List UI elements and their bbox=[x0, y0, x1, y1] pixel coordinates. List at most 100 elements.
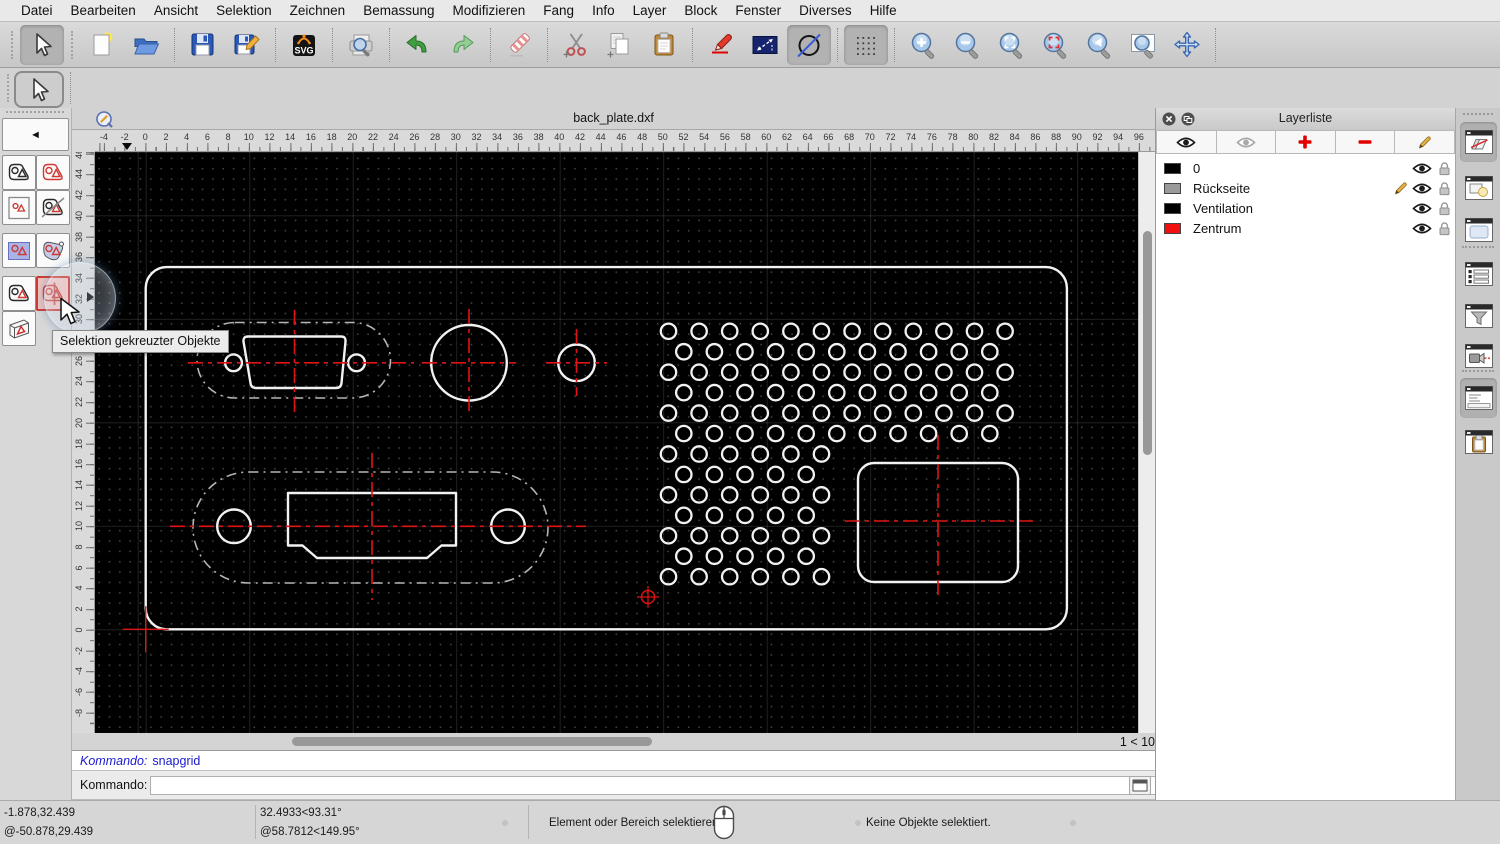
vent-hole[interactable] bbox=[736, 383, 754, 402]
layer-visibility-icon[interactable] bbox=[1411, 202, 1433, 215]
vent-hole[interactable] bbox=[720, 445, 739, 463]
vent-hole[interactable] bbox=[720, 322, 739, 341]
layer-name[interactable]: Rückseite bbox=[1193, 181, 1389, 196]
vent-hole[interactable] bbox=[674, 465, 693, 484]
print-preview-button[interactable] bbox=[339, 25, 383, 65]
drawing-canvas[interactable] bbox=[95, 152, 1138, 733]
layer-lock-icon[interactable] bbox=[1433, 181, 1455, 196]
vent-hole[interactable] bbox=[720, 526, 739, 545]
vent-hole[interactable] bbox=[674, 342, 693, 361]
zoom-out-button[interactable] bbox=[945, 25, 989, 65]
menu-bemassung[interactable]: Bemassung bbox=[354, 3, 443, 18]
command-options-button[interactable] bbox=[1129, 776, 1151, 795]
vent-hole[interactable] bbox=[812, 363, 831, 382]
vent-hole[interactable] bbox=[751, 567, 770, 586]
zoom-window-button[interactable] bbox=[1121, 25, 1165, 65]
edit-layer-button[interactable] bbox=[1395, 130, 1455, 154]
vent-hole[interactable] bbox=[980, 342, 999, 361]
add-layer-button[interactable] bbox=[1276, 130, 1336, 154]
vent-hole[interactable] bbox=[736, 424, 754, 443]
menu-zeichnen[interactable]: Zeichnen bbox=[281, 3, 355, 18]
vent-hole[interactable] bbox=[858, 424, 877, 443]
toolbar-drag-handle[interactable] bbox=[7, 74, 9, 102]
toolbar-drag-handle[interactable] bbox=[71, 30, 73, 59]
vent-hole[interactable] bbox=[674, 547, 693, 566]
vent-hole[interactable] bbox=[980, 383, 999, 402]
vent-hole[interactable] bbox=[782, 363, 800, 382]
select-contour-tool[interactable] bbox=[36, 233, 70, 268]
vent-hole[interactable] bbox=[720, 404, 739, 422]
toolbar-drag-handle[interactable] bbox=[11, 30, 13, 59]
vent-hole[interactable] bbox=[812, 322, 831, 341]
vent-hole[interactable] bbox=[659, 322, 678, 341]
plate-outline[interactable] bbox=[144, 265, 1069, 631]
svg-export-button[interactable]: SVG bbox=[282, 25, 326, 65]
undo-button[interactable] bbox=[396, 25, 440, 65]
vent-hole[interactable] bbox=[736, 342, 754, 361]
vent-hole[interactable] bbox=[827, 342, 846, 361]
select-add-entity-tool[interactable] bbox=[36, 155, 70, 190]
vent-hole[interactable] bbox=[965, 363, 984, 382]
copy-button[interactable] bbox=[598, 25, 642, 65]
vent-hole[interactable] bbox=[720, 567, 739, 586]
vent-hole[interactable] bbox=[659, 526, 678, 545]
layer-row[interactable]: Zentrum bbox=[1156, 218, 1455, 238]
vent-hole[interactable] bbox=[996, 322, 1014, 341]
vent-hole[interactable] bbox=[705, 465, 724, 484]
pan-button[interactable] bbox=[1165, 25, 1209, 65]
vent-hole[interactable] bbox=[690, 567, 708, 586]
vent-hole[interactable] bbox=[674, 383, 693, 402]
vent-hole[interactable] bbox=[736, 506, 754, 525]
vent-hole[interactable] bbox=[950, 383, 969, 402]
vent-hole[interactable] bbox=[674, 506, 693, 525]
vent-hole[interactable] bbox=[766, 342, 785, 361]
hdmi-cutout-contour[interactable] bbox=[192, 471, 549, 584]
vent-hole[interactable] bbox=[659, 486, 678, 504]
vent-hole[interactable] bbox=[797, 465, 816, 484]
select-area-tool[interactable] bbox=[2, 233, 36, 268]
vent-hole[interactable] bbox=[812, 445, 831, 463]
sidebar-drag-handle[interactable] bbox=[1463, 113, 1493, 115]
vent-hole[interactable] bbox=[705, 383, 724, 402]
save-document-as-button[interactable] bbox=[225, 25, 269, 65]
vent-hole[interactable] bbox=[827, 424, 846, 443]
vent-hole[interactable] bbox=[827, 383, 846, 402]
vent-hole[interactable] bbox=[659, 363, 678, 382]
deselect-all-tool[interactable] bbox=[36, 190, 70, 225]
save-document-button[interactable] bbox=[181, 25, 225, 65]
vent-hole[interactable] bbox=[980, 424, 999, 443]
vent-hole[interactable] bbox=[736, 465, 754, 484]
vent-hole[interactable] bbox=[705, 424, 724, 443]
vent-hole[interactable] bbox=[720, 363, 739, 382]
vent-hole[interactable] bbox=[705, 547, 724, 566]
open-document-button[interactable] bbox=[124, 25, 168, 65]
vent-hole[interactable] bbox=[766, 383, 785, 402]
selection-pointer-tool[interactable] bbox=[14, 71, 64, 108]
vent-hole[interactable] bbox=[766, 547, 785, 566]
vent-hole[interactable] bbox=[812, 404, 831, 422]
vent-hole[interactable] bbox=[904, 404, 923, 422]
horizontal-scrollbar[interactable] bbox=[95, 733, 1110, 750]
vent-hole[interactable] bbox=[782, 486, 800, 504]
paste-button[interactable] bbox=[642, 25, 686, 65]
vent-hole[interactable] bbox=[919, 342, 938, 361]
vent-hole[interactable] bbox=[858, 383, 877, 402]
vent-hole[interactable] bbox=[812, 567, 831, 586]
grid-toggle-button[interactable] bbox=[844, 24, 888, 65]
vent-hole[interactable] bbox=[889, 383, 907, 402]
vent-hole[interactable] bbox=[705, 506, 724, 525]
vent-hole[interactable] bbox=[674, 424, 693, 443]
vent-hole[interactable] bbox=[797, 342, 816, 361]
layer-color-swatch[interactable] bbox=[1164, 162, 1181, 174]
menu-layer[interactable]: Layer bbox=[624, 3, 676, 18]
layer-color-swatch[interactable] bbox=[1164, 222, 1181, 234]
menu-selektion[interactable]: Selektion bbox=[207, 3, 281, 18]
select-layer-tool[interactable] bbox=[2, 311, 36, 346]
vent-hole[interactable] bbox=[797, 506, 816, 525]
vent-hole[interactable] bbox=[659, 445, 678, 463]
previous-view-button[interactable] bbox=[1077, 25, 1121, 65]
layer-color-swatch[interactable] bbox=[1164, 182, 1181, 194]
zoom-in-button[interactable] bbox=[901, 25, 945, 65]
select-window-tool[interactable] bbox=[2, 190, 36, 225]
menu-diverses[interactable]: Diverses bbox=[790, 3, 861, 18]
